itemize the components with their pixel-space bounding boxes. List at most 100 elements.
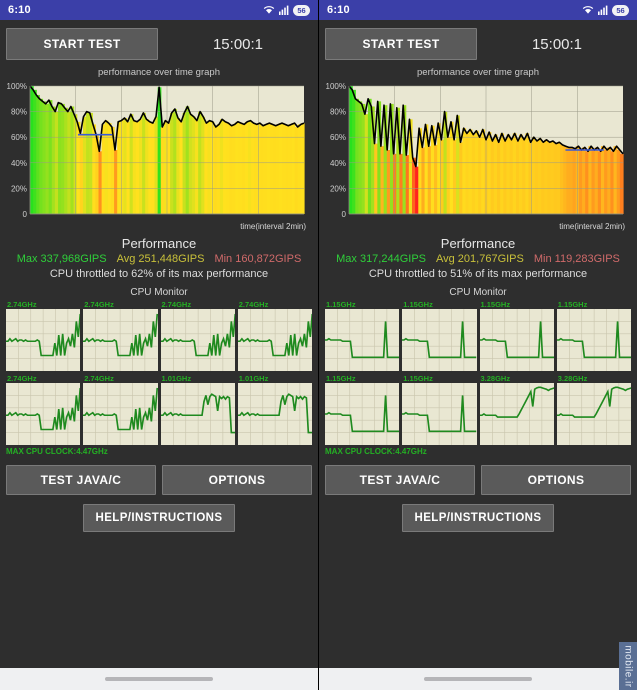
cpu-core-chart bbox=[325, 383, 400, 445]
throttle-note: CPU throttled to 51% of its max performa… bbox=[368, 268, 588, 280]
svg-text:20%: 20% bbox=[11, 184, 27, 193]
cpu-core-chart bbox=[160, 309, 235, 371]
cpu-core-graph: 3.28GHz bbox=[479, 374, 554, 445]
perf-avg-value: Avg 201,767GIPS bbox=[436, 253, 524, 265]
cpu-core-graph: 1.15GHz bbox=[402, 300, 477, 371]
perf-avg-value: Avg 251,448GIPS bbox=[116, 253, 205, 265]
cpu-core-graph: 1.15GHz bbox=[325, 300, 400, 371]
screenshot-root: 6:10 56 START TEST 15:00:1 performance o… bbox=[0, 0, 637, 690]
start-test-button[interactable]: START TEST bbox=[325, 28, 477, 60]
cpu-core-graph: 2.74GHz bbox=[160, 300, 235, 371]
timer-display: 15:00:1 bbox=[212, 35, 264, 53]
chart-title: performance over time graph bbox=[417, 67, 539, 78]
help-instructions-button[interactable]: HELP/INSTRUCTIONS bbox=[83, 504, 235, 532]
wifi-icon bbox=[582, 5, 594, 15]
test-java-c-button[interactable]: TEST JAVA/C bbox=[6, 465, 156, 495]
status-clock: 6:10 bbox=[8, 4, 31, 16]
cpu-core-chart bbox=[479, 383, 554, 445]
help-instructions-button[interactable]: HELP/INSTRUCTIONS bbox=[402, 504, 554, 532]
gesture-pill[interactable] bbox=[105, 677, 213, 681]
battery-indicator: 56 bbox=[293, 4, 310, 16]
help-button-row: HELP/INSTRUCTIONS bbox=[325, 504, 631, 532]
cpu-core-graph: 1.15GHz bbox=[556, 300, 631, 371]
cpu-core-frequency-label: 1.15GHz bbox=[480, 300, 511, 309]
cpu-core-graph: 1.01GHz bbox=[160, 374, 235, 445]
timer-display: 15:00:1 bbox=[531, 35, 583, 53]
cpu-core-graph: 2.74GHz bbox=[83, 374, 158, 445]
cpu-core-chart bbox=[479, 309, 554, 371]
cpu-core-frequency-label: 1.15GHz bbox=[403, 300, 433, 309]
perf-min-value: Min 119,283GIPS bbox=[533, 253, 620, 265]
cpu-core-frequency-label: 2.74GHz bbox=[84, 300, 114, 309]
svg-text:20%: 20% bbox=[330, 184, 346, 193]
chart-xaxis-label: time(interval 2min) bbox=[240, 222, 306, 231]
max-cpu-clock-label: MAX CPU CLOCK:4.47GHz bbox=[325, 447, 427, 456]
cpu-core-graph: 2.74GHz bbox=[6, 374, 81, 445]
cpu-core-chart bbox=[6, 309, 81, 371]
cpu-core-chart bbox=[556, 383, 631, 445]
cpu-monitor-grid: 2.74GHz 2.74GHz 2.74GHz 2.74GHz 2.74GHz 2.74G… bbox=[6, 300, 312, 445]
cpu-core-graph: 1.15GHz bbox=[402, 374, 477, 445]
cpu-core-frequency-label: 2.74GHz bbox=[161, 300, 192, 309]
perf-max-value: Max 317,244GIPS bbox=[336, 253, 426, 265]
app-content: START TEST 15:00:1 performance over time… bbox=[0, 20, 318, 690]
status-clock: 6:10 bbox=[327, 4, 350, 16]
cpu-core-frequency-label: 2.74GHz bbox=[7, 374, 37, 383]
cpu-core-graph: 2.74GHz bbox=[83, 300, 158, 371]
gesture-pill[interactable] bbox=[424, 677, 532, 681]
cpu-core-frequency-label: 2.74GHz bbox=[84, 374, 114, 383]
status-bar: 6:10 56 bbox=[319, 0, 637, 20]
cpu-core-frequency-label: 1.15GHz bbox=[326, 374, 356, 383]
status-bar: 6:10 56 bbox=[0, 0, 318, 20]
performance-title: Performance bbox=[121, 236, 197, 251]
cpu-core-chart bbox=[6, 383, 81, 445]
cpu-core-frequency-label: 2.74GHz bbox=[238, 300, 269, 309]
cellular-signal-icon bbox=[598, 5, 608, 15]
test-java-c-button[interactable]: TEST JAVA/C bbox=[325, 465, 475, 495]
top-toolbar: START TEST 15:00:1 bbox=[325, 26, 631, 62]
svg-text:100%: 100% bbox=[326, 82, 346, 91]
options-button[interactable]: OPTIONS bbox=[162, 465, 312, 495]
help-button-row: HELP/INSTRUCTIONS bbox=[6, 504, 312, 532]
watermark-text: mobile.ir bbox=[622, 644, 634, 688]
cpu-core-frequency-label: 3.28GHz bbox=[557, 374, 588, 383]
cpu-core-chart bbox=[556, 309, 631, 371]
cpu-core-frequency-label: 1.01GHz bbox=[238, 374, 269, 383]
cpu-monitor-title: CPU Monitor bbox=[449, 287, 507, 298]
cpu-core-chart bbox=[83, 309, 158, 371]
cpu-core-chart bbox=[402, 383, 477, 445]
cpu-core-graph: 2.74GHz bbox=[237, 300, 312, 371]
cpu-core-graph: 1.01GHz bbox=[237, 374, 312, 445]
cpu-core-frequency-label: 3.28GHz bbox=[480, 374, 511, 383]
performance-stats: Max 337,968GIPS Avg 251,448GIPS Min 160,… bbox=[6, 253, 312, 265]
svg-text:80%: 80% bbox=[330, 108, 346, 117]
svg-text:60%: 60% bbox=[330, 133, 346, 142]
cpu-core-frequency-label: 2.74GHz bbox=[7, 300, 37, 309]
cellular-signal-icon bbox=[279, 5, 289, 15]
chart-xaxis-label: time(interval 2min) bbox=[559, 222, 625, 231]
cpu-monitor-grid: 1.15GHz 1.15GHz 1.15GHz 1.15GHz 1.15GHz 1.15G… bbox=[325, 300, 631, 445]
cpu-core-chart bbox=[83, 383, 158, 445]
cpu-core-graph: 1.15GHz bbox=[325, 374, 400, 445]
max-cpu-clock-label: MAX CPU CLOCK:4.47GHz bbox=[6, 447, 108, 456]
cpu-core-chart bbox=[237, 309, 312, 371]
performance-chart: 0 20% 40% 60% 80% 100% time(interval 2min) bbox=[325, 80, 629, 231]
svg-text:0: 0 bbox=[342, 210, 347, 219]
phone-screen-right: 6:10 56 START TEST 15:00:1 performance o… bbox=[318, 0, 637, 690]
cpu-core-graph: 3.28GHz bbox=[556, 374, 631, 445]
action-button-row: TEST JAVA/C OPTIONS bbox=[325, 465, 631, 495]
cpu-core-chart bbox=[237, 383, 312, 445]
svg-text:0: 0 bbox=[23, 210, 28, 219]
options-button[interactable]: OPTIONS bbox=[481, 465, 631, 495]
cpu-core-frequency-label: 1.01GHz bbox=[161, 374, 192, 383]
cpu-core-frequency-label: 1.15GHz bbox=[326, 300, 356, 309]
site-watermark: mobile.ir bbox=[619, 642, 637, 690]
navigation-bar bbox=[0, 668, 318, 690]
cpu-core-graph: 1.15GHz bbox=[479, 300, 554, 371]
svg-text:80%: 80% bbox=[11, 108, 27, 117]
cpu-core-chart bbox=[160, 383, 235, 445]
svg-text:40%: 40% bbox=[330, 159, 346, 168]
performance-stats: Max 317,244GIPS Avg 201,767GIPS Min 119,… bbox=[325, 253, 631, 265]
start-test-button[interactable]: START TEST bbox=[6, 28, 158, 60]
top-toolbar: START TEST 15:00:1 bbox=[6, 26, 312, 62]
